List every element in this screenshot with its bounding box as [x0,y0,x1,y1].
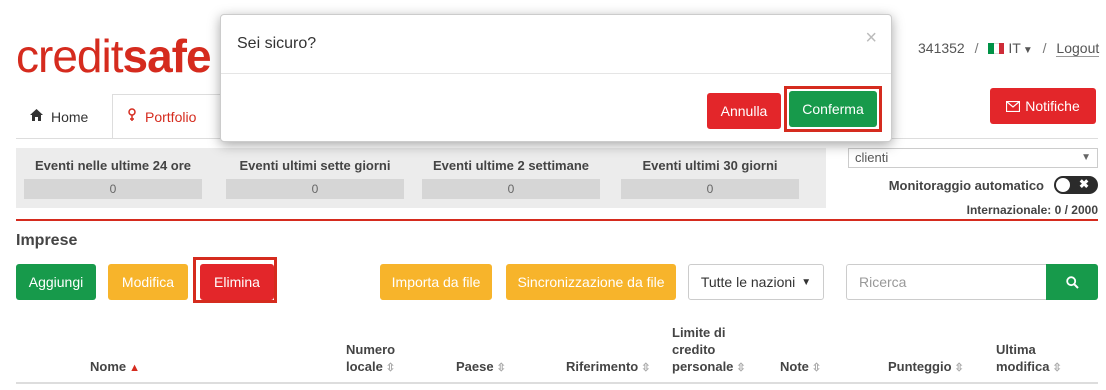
column-country[interactable]: Paese ⇳ [456,358,506,377]
column-credit-limit[interactable]: Limite di credito personale ⇳ [672,324,746,377]
notifications-button[interactable]: Notifiche [990,88,1096,124]
nations-dropdown-label: Tutte le nazioni [700,274,796,290]
stat-value: 0 [422,179,600,199]
stat-24h: Eventi nelle ultime 24 ore 0 [24,158,202,199]
column-last-modified[interactable]: Ultima modifica ⇳ [996,341,1062,377]
logo-part-2: safe [122,30,211,82]
table-header-divider [16,382,1098,384]
sort-icon: ⇳ [954,362,964,374]
column-notes[interactable]: Note ⇳ [780,358,821,377]
column-country-label: Paese [456,359,494,374]
caret-down-icon: ▼ [801,276,812,288]
language-selector[interactable]: IT ▼ [988,40,1036,56]
stat-30d: Eventi ultimi 30 giorni 0 [621,158,799,199]
sort-icon: ⇳ [641,362,651,374]
stat-7d: Eventi ultimi sette giorni 0 [226,158,404,199]
close-icon: ✖ [1078,177,1089,191]
sync-file-button[interactable]: Sincronizzazione da file [506,264,676,300]
cancel-button[interactable]: Annulla [707,93,781,129]
stat-label: Eventi ultimi 30 giorni [642,158,778,173]
logo-part-1: credit [16,30,123,82]
italy-flag-icon [988,41,1005,54]
delete-button[interactable]: Elimina [200,264,274,300]
column-reference[interactable]: Riferimento ⇳ [566,358,650,377]
column-score-label: Punteggio [888,359,952,374]
stat-value: 0 [621,179,799,199]
search-input[interactable] [846,264,1046,300]
stat-value: 0 [226,179,404,199]
toggle-knob [1056,178,1070,192]
sort-icon: ⇳ [496,362,506,374]
caret-down-icon: ▼ [1081,152,1091,163]
stat-label: Eventi nelle ultime 24 ore [34,158,192,173]
stat-label: Eventi ultime 2 settimane [432,158,590,173]
tab-portfolio[interactable]: Portfolio [112,94,232,139]
dialog-title: Sei sicuro? [237,35,317,52]
column-label-line: credito [672,342,716,357]
page: creditsafe 341352 / IT ▼ / Logout Home Po… [0,0,1106,390]
import-file-button[interactable]: Importa da file [380,264,492,300]
column-label-line: Limite di [672,325,726,340]
column-label-line: locale [346,359,383,374]
language-label: IT [1008,40,1021,56]
caret-down-icon: ▼ [1022,45,1033,56]
column-label-line: Numero [346,342,396,357]
user-bar: 341352 / IT ▼ / Logout [918,40,1100,57]
column-label-line: modifica [996,359,1050,374]
stat-label: Eventi ultimi sette giorni [239,158,391,173]
dialog-divider [221,73,891,74]
search-icon [1065,275,1079,289]
nations-dropdown[interactable]: Tutte le nazioni ▼ [688,264,824,300]
envelope-icon [1006,100,1021,112]
column-local-number[interactable]: Numero locale ⇳ [346,341,395,377]
stat-2w: Eventi ultime 2 settimane 0 [422,158,600,199]
sort-icon: ⇳ [811,362,822,374]
column-label-line: personale [672,359,734,374]
tab-home-label: Home [51,108,89,125]
column-notes-label: Note [780,359,809,374]
sort-icon: ⇳ [1052,362,1062,374]
column-name-label: Nome [90,359,127,374]
confirm-dialog: Sei sicuro? × Annulla Conferma [220,14,892,142]
logout-link[interactable]: Logout [1056,40,1100,57]
creditsafe-logo[interactable]: creditsafe [16,26,212,86]
sort-asc-icon: ▲ [129,362,141,374]
notifications-label: Notifiche [1025,98,1080,114]
auto-monitoring-label: Monitoraggio automatico [888,177,1044,193]
separator: / [974,40,979,56]
portfolio-select[interactable]: clienti ▼ [848,148,1098,168]
portfolio-select-value: clienti [855,150,889,165]
auto-monitoring: Monitoraggio automatico ✖ [889,176,1098,194]
search-button[interactable] [1046,264,1098,300]
auto-monitoring-toggle[interactable]: ✖ [1054,176,1098,194]
sort-icon: ⇳ [385,362,396,374]
confirm-button[interactable]: Conferma [789,91,877,127]
edit-button[interactable]: Modifica [108,264,188,300]
stat-value: 0 [24,179,202,199]
column-label-line: Ultima [996,342,1036,357]
tab-home[interactable]: Home [16,94,102,139]
sort-icon: ⇳ [736,362,746,374]
separator: / [1042,40,1047,56]
add-button[interactable]: Aggiungi [16,264,96,300]
section-title: Imprese [16,232,78,249]
tab-portfolio-label: Portfolio [145,108,197,125]
column-name[interactable]: Nome ▲ [90,358,140,377]
account-number: 341352 [918,40,965,56]
events-summary: Eventi nelle ultime 24 ore 0 Eventi ulti… [16,148,826,208]
column-score[interactable]: Punteggio ⇳ [888,358,964,377]
monitor-panel: clienti ▼ Monitoraggio automatico ✖ Inte… [848,148,1098,217]
column-reference-label: Riferimento [566,359,639,374]
section-divider [16,219,1098,221]
international-count: Internazionale: 0 / 2000 [966,203,1098,217]
close-icon[interactable]: × [865,27,877,50]
portfolio-icon [127,108,137,125]
home-icon [30,109,43,124]
